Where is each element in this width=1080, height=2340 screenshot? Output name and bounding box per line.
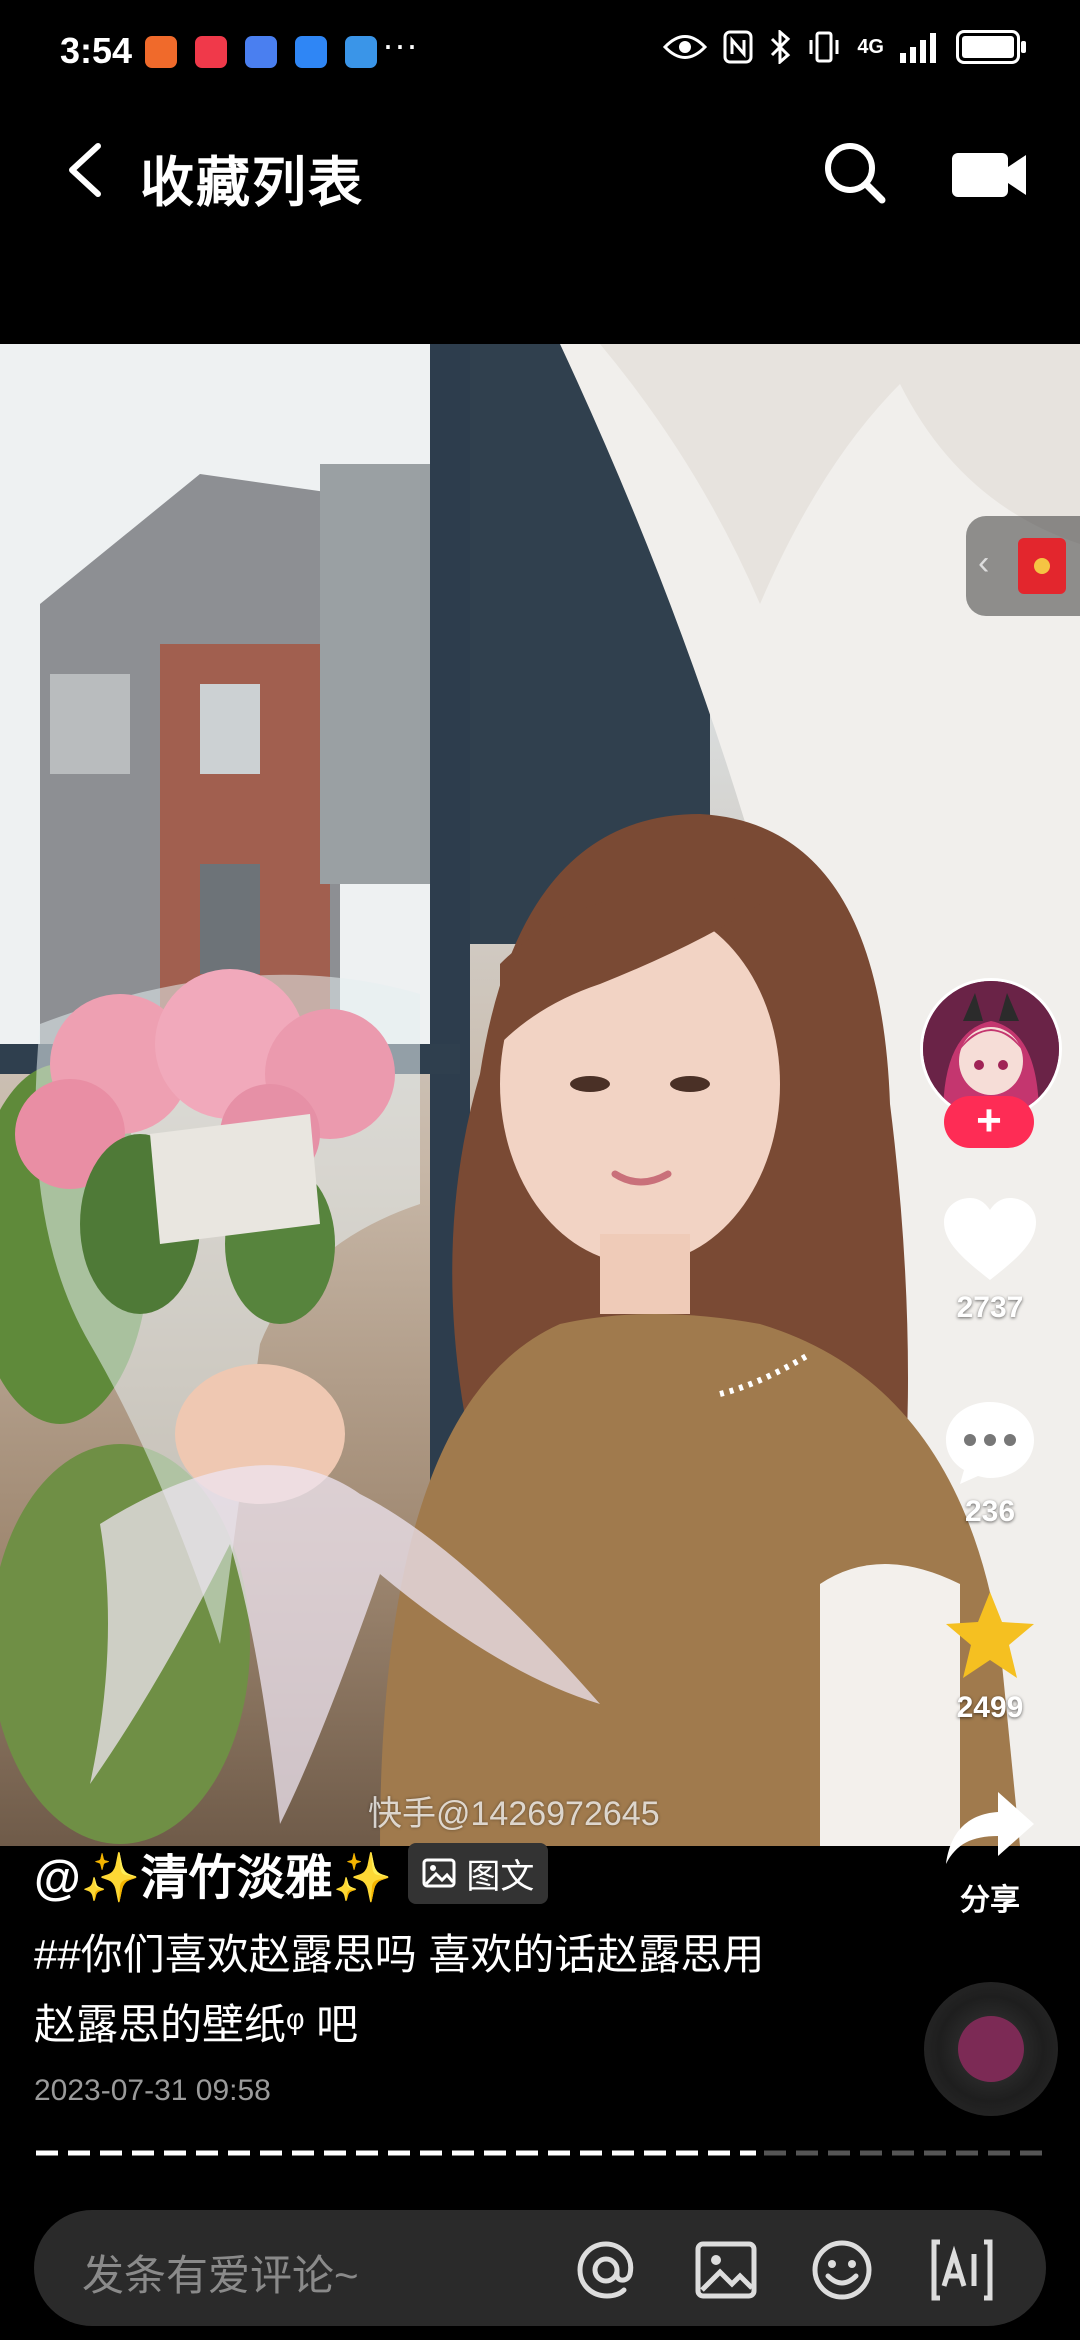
camera-icon[interactable] <box>950 145 1030 205</box>
favorite-button[interactable]: 2499 <box>920 1588 1060 1725</box>
red-envelope-icon <box>1018 538 1066 594</box>
image-picker-icon[interactable] <box>694 2238 758 2302</box>
image-icon <box>422 1858 456 1888</box>
author-row: @✨清竹淡雅✨ 图文 <box>34 1838 549 1908</box>
search-icon[interactable] <box>820 138 890 208</box>
system-icons: 4G <box>663 30 1026 64</box>
comment-icon <box>946 1402 1034 1484</box>
battery-icon <box>956 30 1026 64</box>
comment-input[interactable]: 发条有爱评论~ <box>34 2210 1046 2326</box>
app-notification-icon <box>345 36 377 68</box>
comment-placeholder: 发条有爱评论~ <box>82 2252 359 2299</box>
post-date: 2023-07-31 09:58 <box>34 2074 271 2107</box>
photo-illustration <box>0 344 1080 1846</box>
comment-button[interactable]: 236 <box>920 1398 1060 1529</box>
image-page-indicator <box>36 2150 1044 2156</box>
page-title: 收藏列表 <box>140 153 364 213</box>
app-notification-icon <box>295 36 327 68</box>
chevron-left-icon: ‹ <box>978 544 990 582</box>
music-disc[interactable] <box>924 1982 1058 2116</box>
signal-icon <box>900 33 936 63</box>
bluetooth-icon <box>771 30 791 64</box>
follow-button[interactable]: + <box>944 1096 1034 1148</box>
music-cover <box>958 2016 1024 2082</box>
watermark: 快手@1426972645 <box>368 1795 660 1833</box>
ai-icon[interactable] <box>930 2238 994 2302</box>
post-type-badge: 图文 <box>408 1842 549 1904</box>
app-notification-icon <box>245 36 277 68</box>
share-button[interactable]: 分享 <box>920 1788 1060 1919</box>
more-notifications: ··· <box>382 24 418 65</box>
status-time: 3:54 <box>60 30 133 71</box>
like-count: 2737 <box>956 1291 1024 1324</box>
post-photo[interactable]: 快手@1426972645 <box>0 344 1080 1846</box>
nfc-icon <box>723 30 753 64</box>
post-type-label: 图文 <box>466 1857 535 1896</box>
network-type: 4G <box>857 35 884 58</box>
red-packet-tab[interactable]: ‹ <box>966 516 1080 616</box>
status-bar: 3:54 ··· 4G <box>0 0 1080 100</box>
emoji-icon[interactable] <box>810 2238 874 2302</box>
app-notification-icon <box>145 36 177 68</box>
app-notification-icon <box>195 36 227 68</box>
eye-icon <box>663 35 708 59</box>
comment-count: 236 <box>964 1495 1016 1528</box>
post-description[interactable]: ##你们喜欢赵露思吗 喜欢的话赵露思用 赵露思的壁纸ᵠ 吧 <box>34 1920 794 2060</box>
top-nav: 收藏列表 <box>0 110 1080 230</box>
like-button[interactable]: 2737 <box>920 1196 1060 1325</box>
heart-icon <box>944 1198 1036 1280</box>
share-label: 分享 <box>960 1884 1020 1917</box>
star-icon <box>946 1592 1034 1678</box>
notification-icons <box>145 36 377 68</box>
author-name[interactable]: @✨清竹淡雅✨ <box>34 1838 392 1908</box>
back-button[interactable] <box>60 140 110 200</box>
mention-icon[interactable] <box>574 2238 638 2302</box>
favorite-count: 2499 <box>956 1691 1024 1724</box>
battery-level <box>962 36 1015 58</box>
vibrate-icon <box>809 31 839 63</box>
share-arrow-icon <box>946 1792 1034 1864</box>
